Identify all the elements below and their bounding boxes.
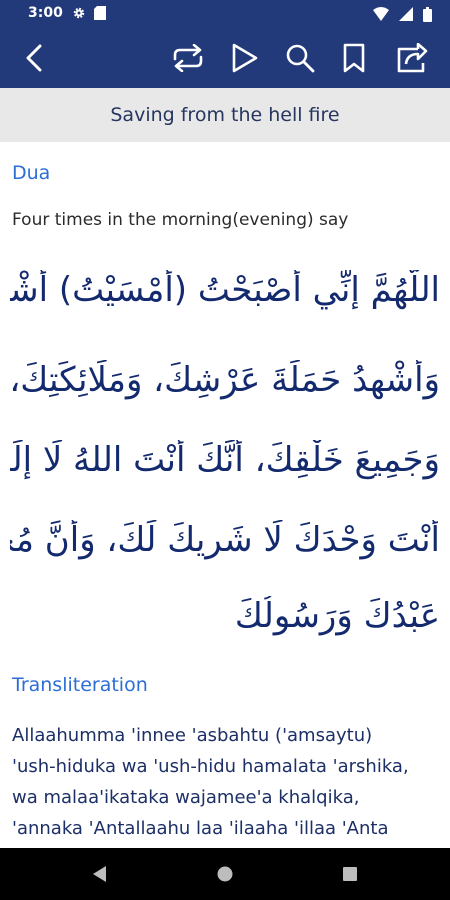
transliteration-text: Allaahumma 'innee 'asbahtu ('amsaytu) 'u… bbox=[12, 720, 442, 844]
nav-back-button[interactable] bbox=[84, 858, 116, 890]
wifi-icon bbox=[373, 7, 389, 21]
bookmark-icon bbox=[343, 43, 365, 73]
transliteration-line: 'ush-hiduka wa 'ush-hidu hamalata 'arshi… bbox=[12, 756, 409, 777]
bookmark-button[interactable] bbox=[334, 38, 374, 78]
back-arrow-icon bbox=[26, 44, 42, 72]
battery-icon bbox=[423, 6, 432, 22]
toolbar bbox=[0, 28, 450, 88]
signal-icon bbox=[399, 7, 413, 21]
nav-recents-button[interactable] bbox=[334, 858, 366, 890]
status-bar: 3:00 bbox=[0, 0, 450, 28]
share-icon bbox=[397, 43, 428, 73]
sd-card-icon bbox=[94, 6, 106, 20]
search-button[interactable] bbox=[280, 38, 320, 78]
content-area[interactable]: Dua Four times in the morning(evening) s… bbox=[0, 142, 450, 848]
dua-intro: Four times in the morning(evening) say bbox=[12, 210, 349, 230]
nav-home-icon bbox=[217, 866, 233, 882]
nav-home-button[interactable] bbox=[209, 858, 241, 890]
status-icons bbox=[373, 6, 432, 22]
arabic-line: وَجَمِيعَ خَلْقِكَ، أَنَّكَ أَنْتَ اللهُ… bbox=[10, 440, 440, 480]
play-icon bbox=[232, 43, 258, 73]
nav-recents-icon bbox=[343, 867, 357, 881]
arabic-line: عَبْدُكَ وَرَسُولُكَ bbox=[234, 596, 440, 636]
transliteration-line: wa malaa'ikataka wajamee'a khalqika, bbox=[12, 787, 360, 808]
repeat-button[interactable] bbox=[168, 38, 208, 78]
back-button[interactable] bbox=[14, 38, 54, 78]
nav-back-icon bbox=[93, 866, 106, 882]
settings-gear-icon bbox=[73, 7, 85, 19]
search-icon bbox=[286, 44, 315, 73]
page-title: Saving from the hell fire bbox=[110, 104, 340, 126]
transliteration-line: Allaahumma 'innee 'asbahtu ('amsaytu) bbox=[12, 725, 373, 746]
arabic-line: وَأُشْهِدُ حَمَلَةَ عَرْشِكَ، وَمَلَائِك… bbox=[10, 360, 440, 400]
transliteration-line: 'annaka 'Antallaahu laa 'ilaaha 'illaa '… bbox=[12, 818, 389, 839]
share-button[interactable] bbox=[392, 38, 432, 78]
dua-heading: Dua bbox=[12, 162, 51, 184]
play-button[interactable] bbox=[224, 38, 264, 78]
repeat-icon bbox=[173, 44, 203, 72]
transliteration-heading: Transliteration bbox=[12, 674, 148, 696]
arabic-line: أَنْتَ وَحْدَكَ لَا شَرِيكَ لَكَ، وَأَنَ… bbox=[10, 520, 440, 560]
system-nav-bar bbox=[0, 848, 450, 900]
subtitle-bar: Saving from the hell fire bbox=[0, 88, 450, 142]
status-time: 3:00 bbox=[28, 5, 63, 21]
arabic-line: اللَّهُمَّ إِنِّي أَصْبَحْتُ (أَمْسَيْتُ… bbox=[10, 270, 440, 310]
